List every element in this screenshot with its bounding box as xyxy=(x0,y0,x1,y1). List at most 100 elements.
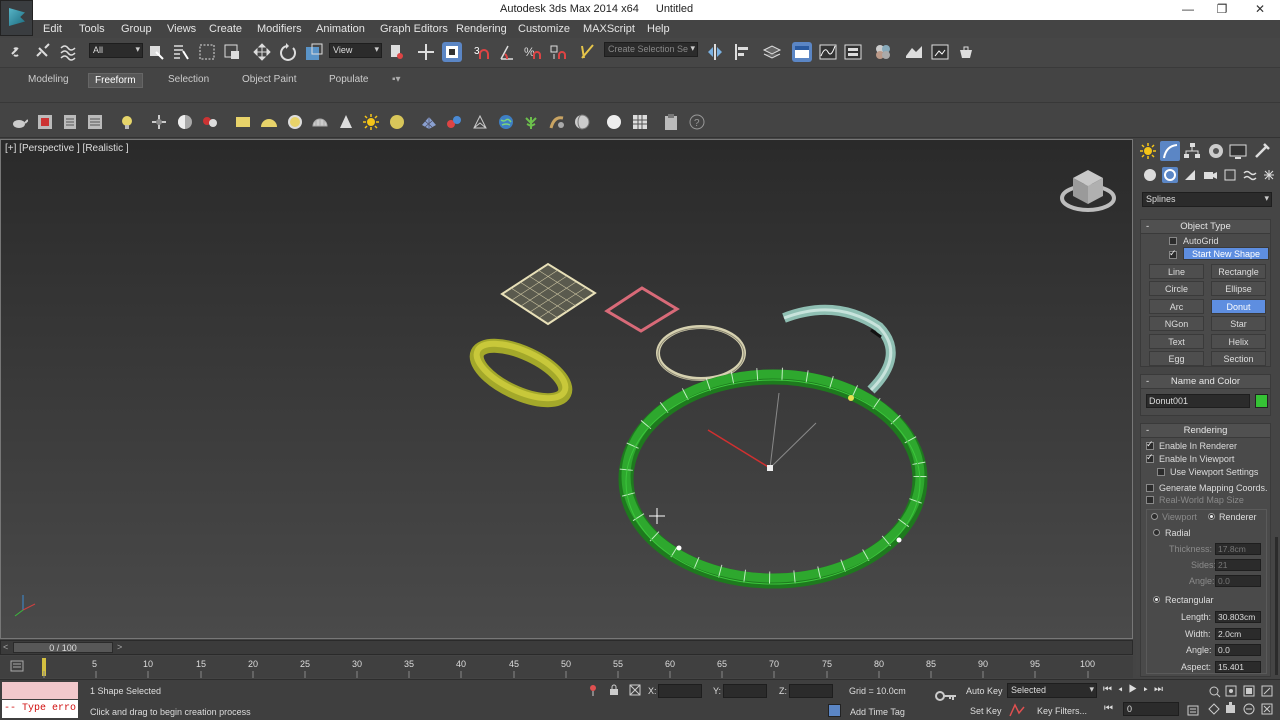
tab-object-paint[interactable]: Object Paint xyxy=(236,73,302,88)
real-world-map-checkbox[interactable] xyxy=(1146,496,1154,504)
keyboard-shortcut-toggle-icon[interactable] xyxy=(442,42,462,62)
time-slider-thumb[interactable]: 0 / 100 xyxy=(13,642,113,653)
container-explorer-icon[interactable] xyxy=(61,113,79,131)
select-manipulate-icon[interactable] xyxy=(416,42,436,62)
shapes-category-icon[interactable] xyxy=(1162,167,1178,183)
generate-mapping-checkbox[interactable] xyxy=(1146,484,1154,492)
key-mode-icon[interactable] xyxy=(935,690,957,702)
enable-in-viewport-checkbox[interactable] xyxy=(1146,452,1154,463)
pivot-center-icon[interactable] xyxy=(387,42,407,62)
perspective-viewport[interactable]: [+] [Perspective ] [Realistic ] xyxy=(0,139,1133,639)
text-button[interactable]: Text xyxy=(1149,334,1204,349)
menu-modifiers[interactable]: Modifiers xyxy=(257,23,302,35)
reference-coordinate-dropdown[interactable]: View xyxy=(329,43,382,58)
light-icon[interactable] xyxy=(118,113,136,131)
angle-snap-icon[interactable] xyxy=(497,42,517,62)
x-coordinate-field[interactable] xyxy=(658,684,702,698)
time-configuration-icon[interactable] xyxy=(1187,704,1199,716)
maxscript-output[interactable]: -- Type erro xyxy=(2,700,78,718)
select-and-rotate-icon[interactable] xyxy=(278,42,298,62)
add-time-tag-button[interactable]: Add Time Tag xyxy=(850,707,905,717)
isolate-selection-icon[interactable] xyxy=(588,684,598,696)
use-viewport-settings-checkbox[interactable] xyxy=(1157,468,1165,476)
rectangle-spline[interactable] xyxy=(604,286,680,333)
playback-controls[interactable]: ⏮◂▶▸⏭ xyxy=(1103,684,1203,697)
tab-freeform[interactable]: Freeform xyxy=(88,73,143,88)
molecule-icon[interactable] xyxy=(445,113,463,131)
transform-gizmo[interactable] xyxy=(707,392,817,471)
restore-button[interactable]: ❐ xyxy=(1214,2,1230,18)
shell-icon[interactable] xyxy=(573,113,591,131)
space-warps-category-icon[interactable] xyxy=(1242,167,1258,183)
menu-edit[interactable]: Edit xyxy=(43,23,62,35)
track-bar[interactable]: 5 10 15 20 25 30 35 40 45 50 55 60 65 70… xyxy=(0,656,1133,678)
percent-snap-icon[interactable]: % xyxy=(522,42,542,62)
table-grid-icon[interactable] xyxy=(631,113,649,131)
set-key-icon[interactable] xyxy=(1008,702,1026,718)
key-mode-toggle-icon[interactable]: ⏮ xyxy=(1104,703,1116,715)
donut-button[interactable]: Donut xyxy=(1211,299,1266,314)
rect-angle-spinner[interactable]: 0.0 xyxy=(1215,644,1261,656)
scene-explorer-icon[interactable] xyxy=(86,113,104,131)
schematic-view-icon[interactable] xyxy=(843,42,863,62)
renderer-radio[interactable] xyxy=(1208,513,1215,520)
edit-named-selection-icon[interactable] xyxy=(578,42,598,62)
absolute-mode-icon[interactable] xyxy=(629,684,641,696)
radial-radio[interactable] xyxy=(1153,529,1160,536)
object-type-header[interactable]: Object Type xyxy=(1141,220,1270,234)
time-tag-icon[interactable] xyxy=(828,704,841,717)
foliage-icon[interactable] xyxy=(522,113,540,131)
autogrid-checkbox[interactable] xyxy=(1169,237,1177,245)
display-tab-icon[interactable] xyxy=(1228,141,1248,161)
select-and-move-icon[interactable] xyxy=(252,42,272,62)
geometry-category-icon[interactable] xyxy=(1142,167,1158,183)
snaps-toggle-icon[interactable]: 3 xyxy=(472,42,492,62)
container-icon[interactable] xyxy=(36,113,54,131)
cameras-category-icon[interactable] xyxy=(1202,167,1218,183)
hair-fur-icon[interactable] xyxy=(548,113,566,131)
render-sphere-icon[interactable] xyxy=(605,113,623,131)
grid-plane-object[interactable] xyxy=(500,262,597,326)
auto-key-button[interactable]: Auto Key xyxy=(966,686,1003,696)
object-category-dropdown[interactable]: Splines xyxy=(1142,192,1272,207)
render-production-icon[interactable] xyxy=(956,42,976,62)
window-crossing-icon[interactable] xyxy=(222,42,242,62)
key-selection-dropdown[interactable]: Selected xyxy=(1007,683,1097,698)
time-slider[interactable]: < 0 / 100 > xyxy=(0,640,1133,655)
radial-angle-spinner[interactable]: 0.0 xyxy=(1215,575,1261,587)
selection-lock-icon[interactable] xyxy=(609,684,619,696)
menu-help[interactable]: Help xyxy=(647,23,670,35)
y-coordinate-field[interactable] xyxy=(723,684,767,698)
modify-tab-icon[interactable] xyxy=(1160,141,1180,161)
circle-ring-object[interactable] xyxy=(656,325,746,381)
cone-primitive-icon[interactable] xyxy=(337,113,355,131)
sides-spinner[interactable]: 21 xyxy=(1215,559,1261,571)
tab-selection[interactable]: Selection xyxy=(162,73,215,88)
menu-customize[interactable]: Customize xyxy=(518,23,570,35)
hierarchy-tab-icon[interactable] xyxy=(1182,141,1202,161)
camera-target-icon[interactable] xyxy=(471,113,489,131)
egg-button[interactable]: Egg xyxy=(1149,351,1204,366)
ellipse-button[interactable]: Ellipse xyxy=(1211,281,1266,296)
geosphere-primitive-icon[interactable] xyxy=(311,113,329,131)
ribbon-options-icon[interactable]: ▪▾ xyxy=(386,73,407,88)
render-setup-icon[interactable] xyxy=(904,42,924,62)
box-primitive-icon[interactable] xyxy=(234,113,252,131)
viewcube-icon[interactable] xyxy=(1060,170,1116,212)
maxscript-listener-mini[interactable] xyxy=(2,682,78,699)
half-sphere-icon[interactable] xyxy=(176,113,194,131)
tab-populate[interactable]: Populate xyxy=(323,73,374,88)
menu-rendering[interactable]: Rendering xyxy=(456,23,507,35)
ribbon-toggle-icon[interactable] xyxy=(792,42,812,62)
bind-space-warp-icon[interactable] xyxy=(58,42,78,62)
selected-donut-object[interactable] xyxy=(618,367,928,589)
menu-create[interactable]: Create xyxy=(209,23,242,35)
close-button[interactable]: ✕ xyxy=(1252,2,1268,18)
section-button[interactable]: Section xyxy=(1211,351,1266,366)
yellow-donut-object[interactable] xyxy=(469,333,573,412)
create-tab-icon[interactable] xyxy=(1138,141,1158,161)
menu-group[interactable]: Group xyxy=(121,23,152,35)
viewport-navigation-controls[interactable] xyxy=(1206,683,1278,719)
viewport-radio[interactable] xyxy=(1151,513,1158,520)
systems-category-icon[interactable] xyxy=(1261,167,1277,183)
